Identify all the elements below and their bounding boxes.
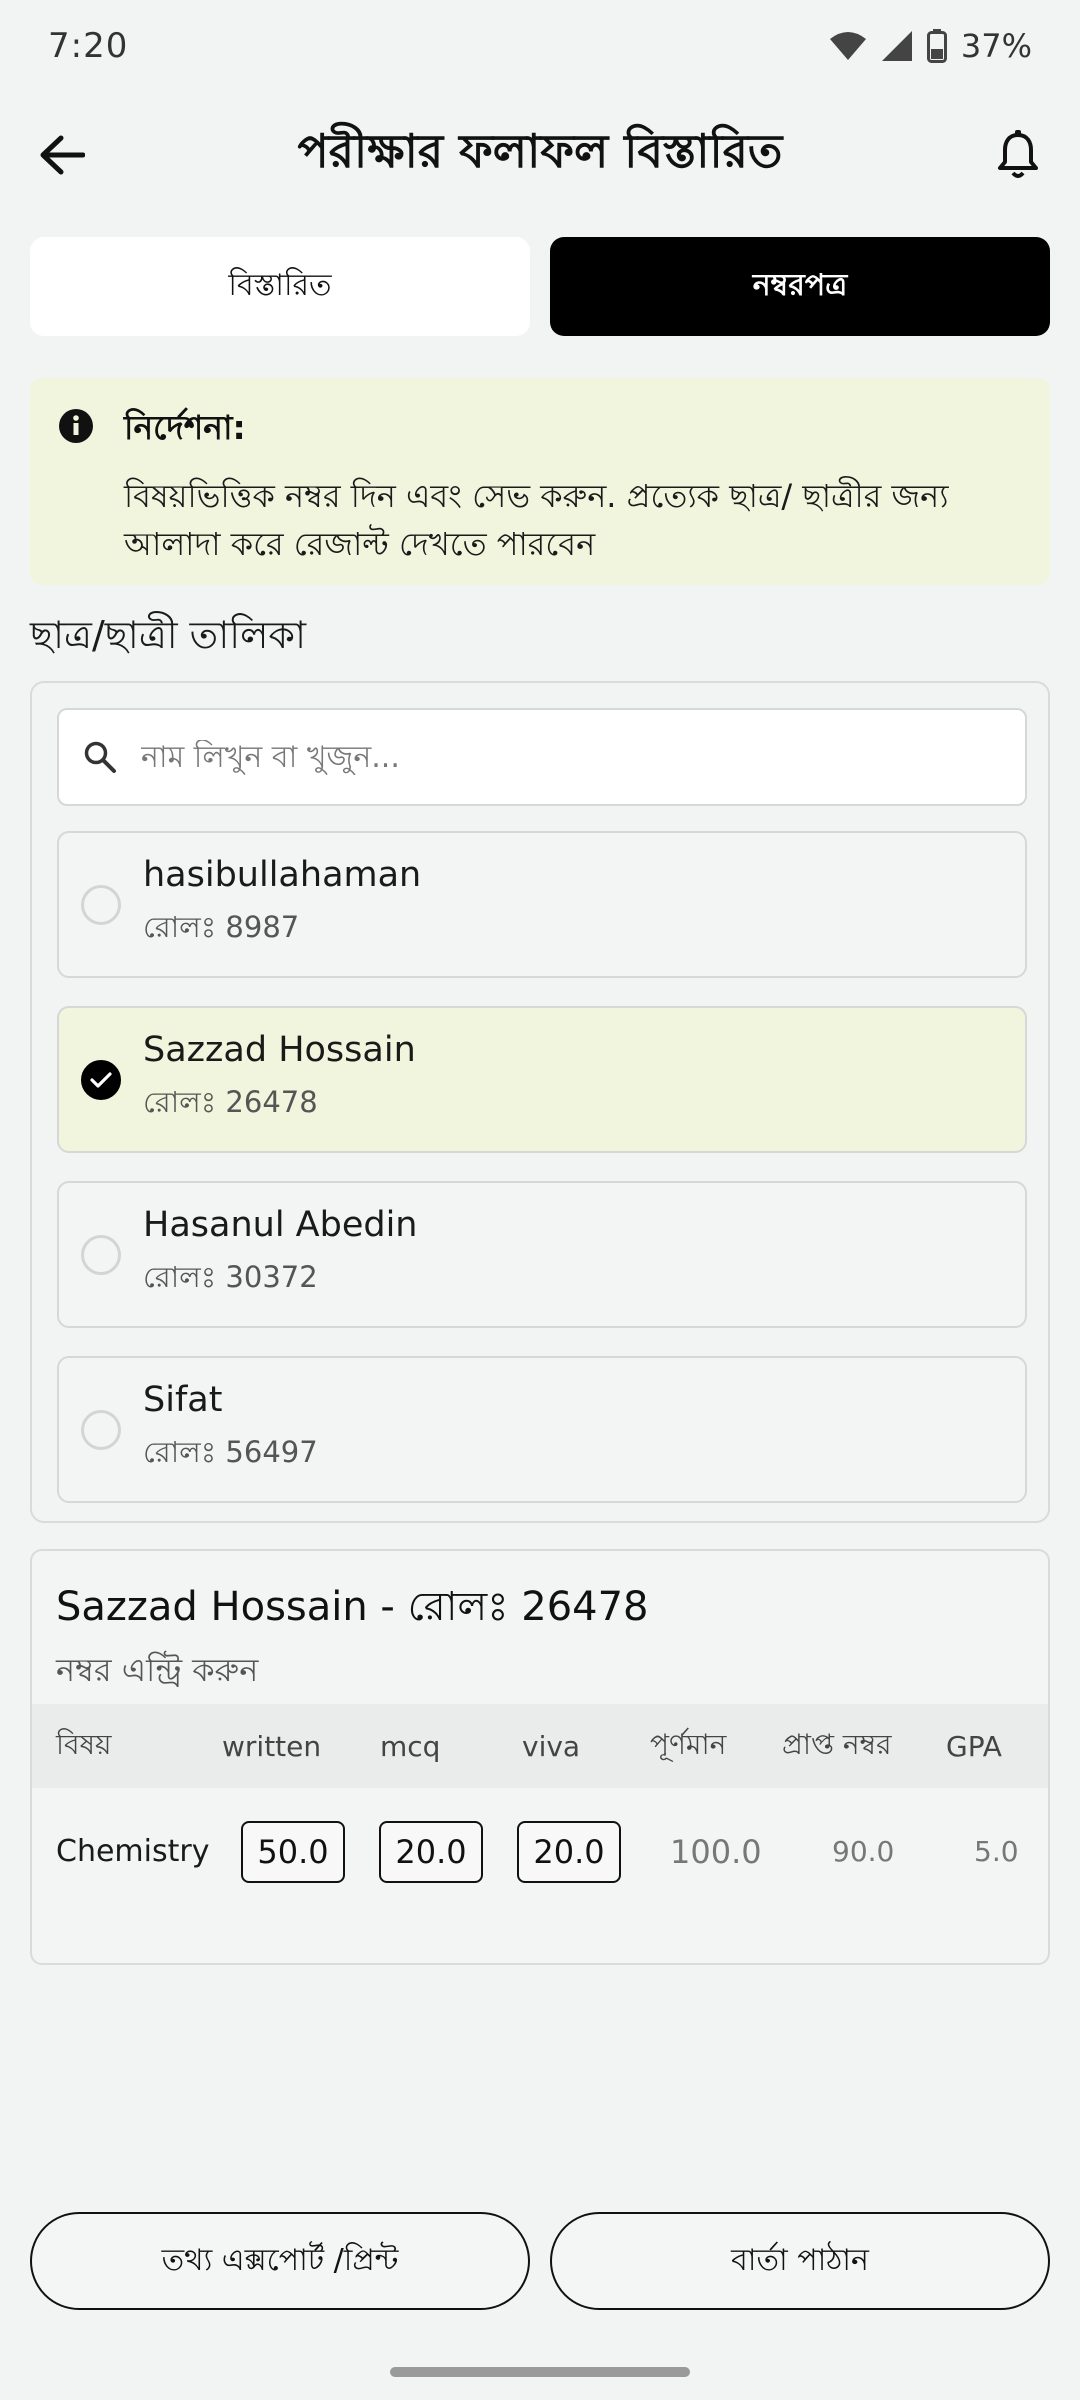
student-item[interactable]: Hasanul Abedin রোলঃ 30372 (57, 1181, 1027, 1328)
student-name: Sazzad Hossain (143, 1030, 416, 1070)
student-name: Hasanul Abedin (143, 1205, 418, 1245)
student-item[interactable]: hasibullahaman রোলঃ 8987 (57, 831, 1027, 978)
search-box (57, 708, 1027, 806)
student-roll: রোলঃ 8987 (143, 910, 300, 944)
export-print-button[interactable]: তথ্য এক্সপোর্ট /প্রিন্ট (30, 2212, 530, 2310)
full-marks-cell: 100.0 (670, 1832, 762, 1871)
page-title: পরীক্ষার ফলাফল বিস্তারিত (297, 124, 783, 178)
search-icon (84, 741, 116, 773)
subject-cell: Chemistry (56, 1834, 210, 1869)
tab-details[interactable]: বিস্তারিত (30, 237, 530, 336)
column-header: viva (522, 1729, 581, 1763)
student-roll: রোলঃ 30372 (143, 1260, 318, 1294)
gpa-cell: 5.0 (974, 1835, 1019, 1868)
bell-icon (998, 130, 1038, 178)
student-roll: রোলঃ 56497 (143, 1435, 318, 1469)
table-header: বিষয় written mcq viva পূর্ণমান প্রাপ্ত … (32, 1704, 1048, 1788)
column-header: GPA (946, 1729, 1002, 1763)
notifications-button[interactable] (986, 123, 1050, 187)
info-icon (59, 409, 93, 443)
obtained-marks-cell: 90.0 (832, 1835, 895, 1868)
radio-unchecked[interactable] (81, 1409, 121, 1450)
status-bar: 7:20 37% (0, 0, 1080, 92)
instruction-body: বিষয়ভিত্তিক নম্বর দিন এবং সেভ করুন. প্র… (124, 477, 949, 563)
column-header: পূর্ণমান (650, 1727, 727, 1761)
student-list-title: ছাত্র/ছাত্রী তালিকা (30, 613, 307, 657)
viva-marks-input[interactable]: 20.0 (517, 1820, 621, 1883)
radio-checked[interactable] (81, 1059, 121, 1100)
radio-unchecked[interactable] (81, 884, 121, 925)
tab-bar: বিস্তারিত নম্বরপত্র (30, 237, 1050, 336)
student-list: hasibullahaman রোলঃ 8987 Sazzad Hossain … (30, 681, 1050, 1523)
column-header: বিষয় (56, 1727, 112, 1761)
student-name: hasibullahaman (143, 855, 422, 895)
battery-icon (926, 29, 947, 63)
instruction-banner: নির্দেশনা: বিষয়ভিত্তিক নম্বর দিন এবং সে… (30, 378, 1050, 585)
student-item[interactable]: Sazzad Hossain রোলঃ 26478 (57, 1006, 1027, 1153)
student-name: Sifat (143, 1380, 223, 1420)
marks-entry-card: Sazzad Hossain - রোলঃ 26478 নম্বর এন্ট্র… (30, 1549, 1050, 1965)
written-marks-input[interactable]: 50.0 (241, 1820, 345, 1883)
cellular-signal-icon (881, 30, 913, 62)
mcq-marks-input[interactable]: 20.0 (379, 1820, 483, 1883)
selected-student-title: Sazzad Hossain - রোলঃ 26478 (56, 1584, 649, 1630)
search-input[interactable] (141, 739, 961, 775)
home-indicator[interactable] (390, 2367, 690, 2377)
marks-entry-subtitle: নম্বর এন্ট্রি করুন (56, 1651, 259, 1689)
table-row: Chemistry 50.0 20.0 20.0 100.0 90.0 5.0 (32, 1788, 1048, 1915)
wifi-icon (829, 31, 867, 61)
student-roll: রোলঃ 26478 (143, 1085, 318, 1119)
send-message-button[interactable]: বার্তা পাঠান (550, 2212, 1050, 2310)
column-header: প্রাপ্ত নম্বর (782, 1727, 892, 1761)
student-item[interactable]: Sifat রোলঃ 56497 (57, 1356, 1027, 1503)
back-button[interactable] (30, 123, 94, 187)
status-time: 7:20 (48, 26, 129, 66)
radio-unchecked[interactable] (81, 1234, 121, 1275)
check-icon (90, 1071, 112, 1088)
column-header: written (222, 1729, 322, 1763)
tab-marksheet[interactable]: নম্বরপত্র (550, 237, 1050, 336)
instruction-title: নির্দেশনা: (124, 408, 246, 447)
app-bar: পরীক্ষার ফলাফল বিস্তারিত (0, 100, 1080, 210)
arrow-back-icon (40, 135, 85, 175)
status-icons: 37% (829, 27, 1032, 65)
battery-percent: 37% (960, 27, 1032, 65)
column-header: mcq (380, 1729, 441, 1763)
